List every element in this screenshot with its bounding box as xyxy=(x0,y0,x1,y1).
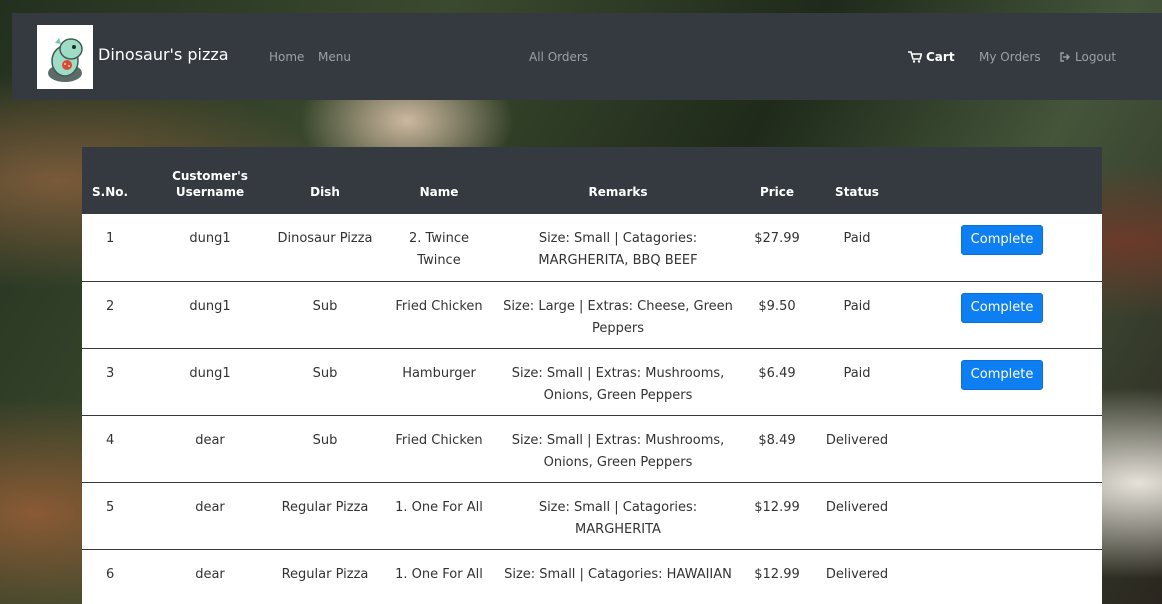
cell-action xyxy=(902,482,1102,549)
navbar: Dinosaur's pizza Home Menu All Orders Ca… xyxy=(12,13,1162,100)
cell-action: Complete xyxy=(902,214,1102,281)
cell-dish: Regular Pizza xyxy=(281,499,369,515)
header-sno: S.No. xyxy=(92,185,129,199)
table-row: 3 dung1 Sub Hamburger Size: Small | Extr… xyxy=(82,348,1102,415)
cell-username: dung1 xyxy=(189,231,231,246)
complete-button[interactable]: Complete xyxy=(960,225,1044,255)
cell-action xyxy=(902,549,1102,604)
cell-name: Fried Chicken xyxy=(395,298,483,314)
cell-status: Paid xyxy=(843,298,871,314)
header-name: Name xyxy=(419,185,459,199)
cell-status: Paid xyxy=(843,231,871,246)
table-row: 2 dung1 Sub Fried Chicken Size: Large | … xyxy=(82,281,1102,348)
cell-dish: Sub xyxy=(312,432,338,448)
complete-button[interactable]: Complete xyxy=(960,359,1044,390)
cell-price: $12.99 xyxy=(754,499,800,515)
cell-remarks: Size: Small | Extras: Mushrooms, Onions,… xyxy=(511,365,725,403)
header-dish: Dish xyxy=(310,185,340,199)
cell-username: dear xyxy=(195,432,225,448)
cell-remarks: Size: Small | Catagories: MARGHERITA, BB… xyxy=(538,231,698,268)
cell-price: $27.99 xyxy=(754,231,800,246)
nav-home[interactable]: Home xyxy=(269,50,304,64)
nav-menu[interactable]: Menu xyxy=(318,50,351,64)
header-price: Price xyxy=(759,185,795,199)
table-row: 5 dear Regular Pizza 1. One For All Size… xyxy=(82,482,1102,549)
cell-dish: Sub xyxy=(312,365,338,381)
table-row: 1 dung1 Dinosaur Pizza 2. Twince Twince … xyxy=(82,214,1102,281)
cell-dish: Dinosaur Pizza xyxy=(277,231,373,246)
cell-sno: 2 xyxy=(106,298,115,314)
cell-sno: 5 xyxy=(106,499,115,515)
cell-sno: 3 xyxy=(106,365,115,381)
table-row: 4 dear Sub Fried Chicken Size: Small | E… xyxy=(82,415,1102,482)
logout-icon xyxy=(1060,52,1070,62)
cell-status: Delivered xyxy=(825,566,889,582)
header-remarks: Remarks xyxy=(588,185,648,199)
nav-my-orders[interactable]: My Orders xyxy=(979,50,1041,64)
cell-name: 1. One For All xyxy=(395,566,483,582)
page: Dinosaur's pizza Home Menu All Orders Ca… xyxy=(12,13,1162,604)
cell-remarks: Size: Small | Extras: Mushrooms, Onions,… xyxy=(511,432,725,470)
cell-name: 2. Twince Twince xyxy=(409,231,469,268)
cell-username: dung1 xyxy=(189,365,231,381)
cell-username: dear xyxy=(195,566,225,582)
cell-action: Complete xyxy=(902,348,1102,415)
cell-username: dung1 xyxy=(189,298,231,314)
dinosaur-logo[interactable] xyxy=(37,25,93,89)
cell-dish: Sub xyxy=(312,298,338,314)
cell-price: $8.49 xyxy=(758,432,796,448)
nav-all-orders[interactable]: All Orders xyxy=(529,50,588,64)
cell-name: Fried Chicken xyxy=(395,432,483,448)
brand-title[interactable]: Dinosaur's pizza xyxy=(98,45,229,64)
orders-table-container: S.No. Customer's Username Dish Name Remar… xyxy=(82,147,1102,604)
complete-button[interactable]: Complete xyxy=(960,292,1044,323)
table-header-row: S.No. Customer's Username Dish Name Remar… xyxy=(82,147,1102,214)
cart-icon xyxy=(908,51,922,63)
table-row: 6 dear Regular Pizza 1. One For All Size… xyxy=(82,549,1102,604)
logout-label: Logout xyxy=(1075,50,1117,64)
header-status: Status xyxy=(835,185,879,199)
cell-status: Paid xyxy=(843,365,871,381)
cell-remarks: Size: Small | Catagories: MARGHERITA xyxy=(538,499,698,537)
cell-sno: 6 xyxy=(106,566,115,582)
cell-status: Delivered xyxy=(825,432,889,448)
cell-dish: Regular Pizza xyxy=(281,566,369,582)
header-username: Customer's Username xyxy=(172,169,248,199)
orders-table: S.No. Customer's Username Dish Name Remar… xyxy=(82,147,1102,604)
cell-sno: 4 xyxy=(106,432,115,448)
cell-remarks: Size: Large | Extras: Cheese, Green Pepp… xyxy=(503,298,733,336)
cell-price: $12.99 xyxy=(754,566,800,582)
cell-status: Delivered xyxy=(825,499,889,515)
cell-name: 1. One For All xyxy=(395,499,483,515)
cell-username: dear xyxy=(195,499,225,515)
nav-cart[interactable]: Cart xyxy=(908,50,955,64)
cell-action: Complete xyxy=(902,281,1102,348)
nav-logout[interactable]: Logout xyxy=(1059,50,1116,64)
cell-price: $9.50 xyxy=(758,298,796,314)
header-action xyxy=(902,147,1102,214)
cell-action xyxy=(902,415,1102,482)
cart-label: Cart xyxy=(926,50,955,64)
dinosaur-logo-icon xyxy=(48,38,83,82)
cell-remarks: Size: Small | Catagories: HAWAIIAN xyxy=(504,566,732,582)
cell-name: Hamburger xyxy=(402,365,476,381)
cell-price: $6.49 xyxy=(758,365,796,381)
cell-sno: 1 xyxy=(106,231,115,246)
